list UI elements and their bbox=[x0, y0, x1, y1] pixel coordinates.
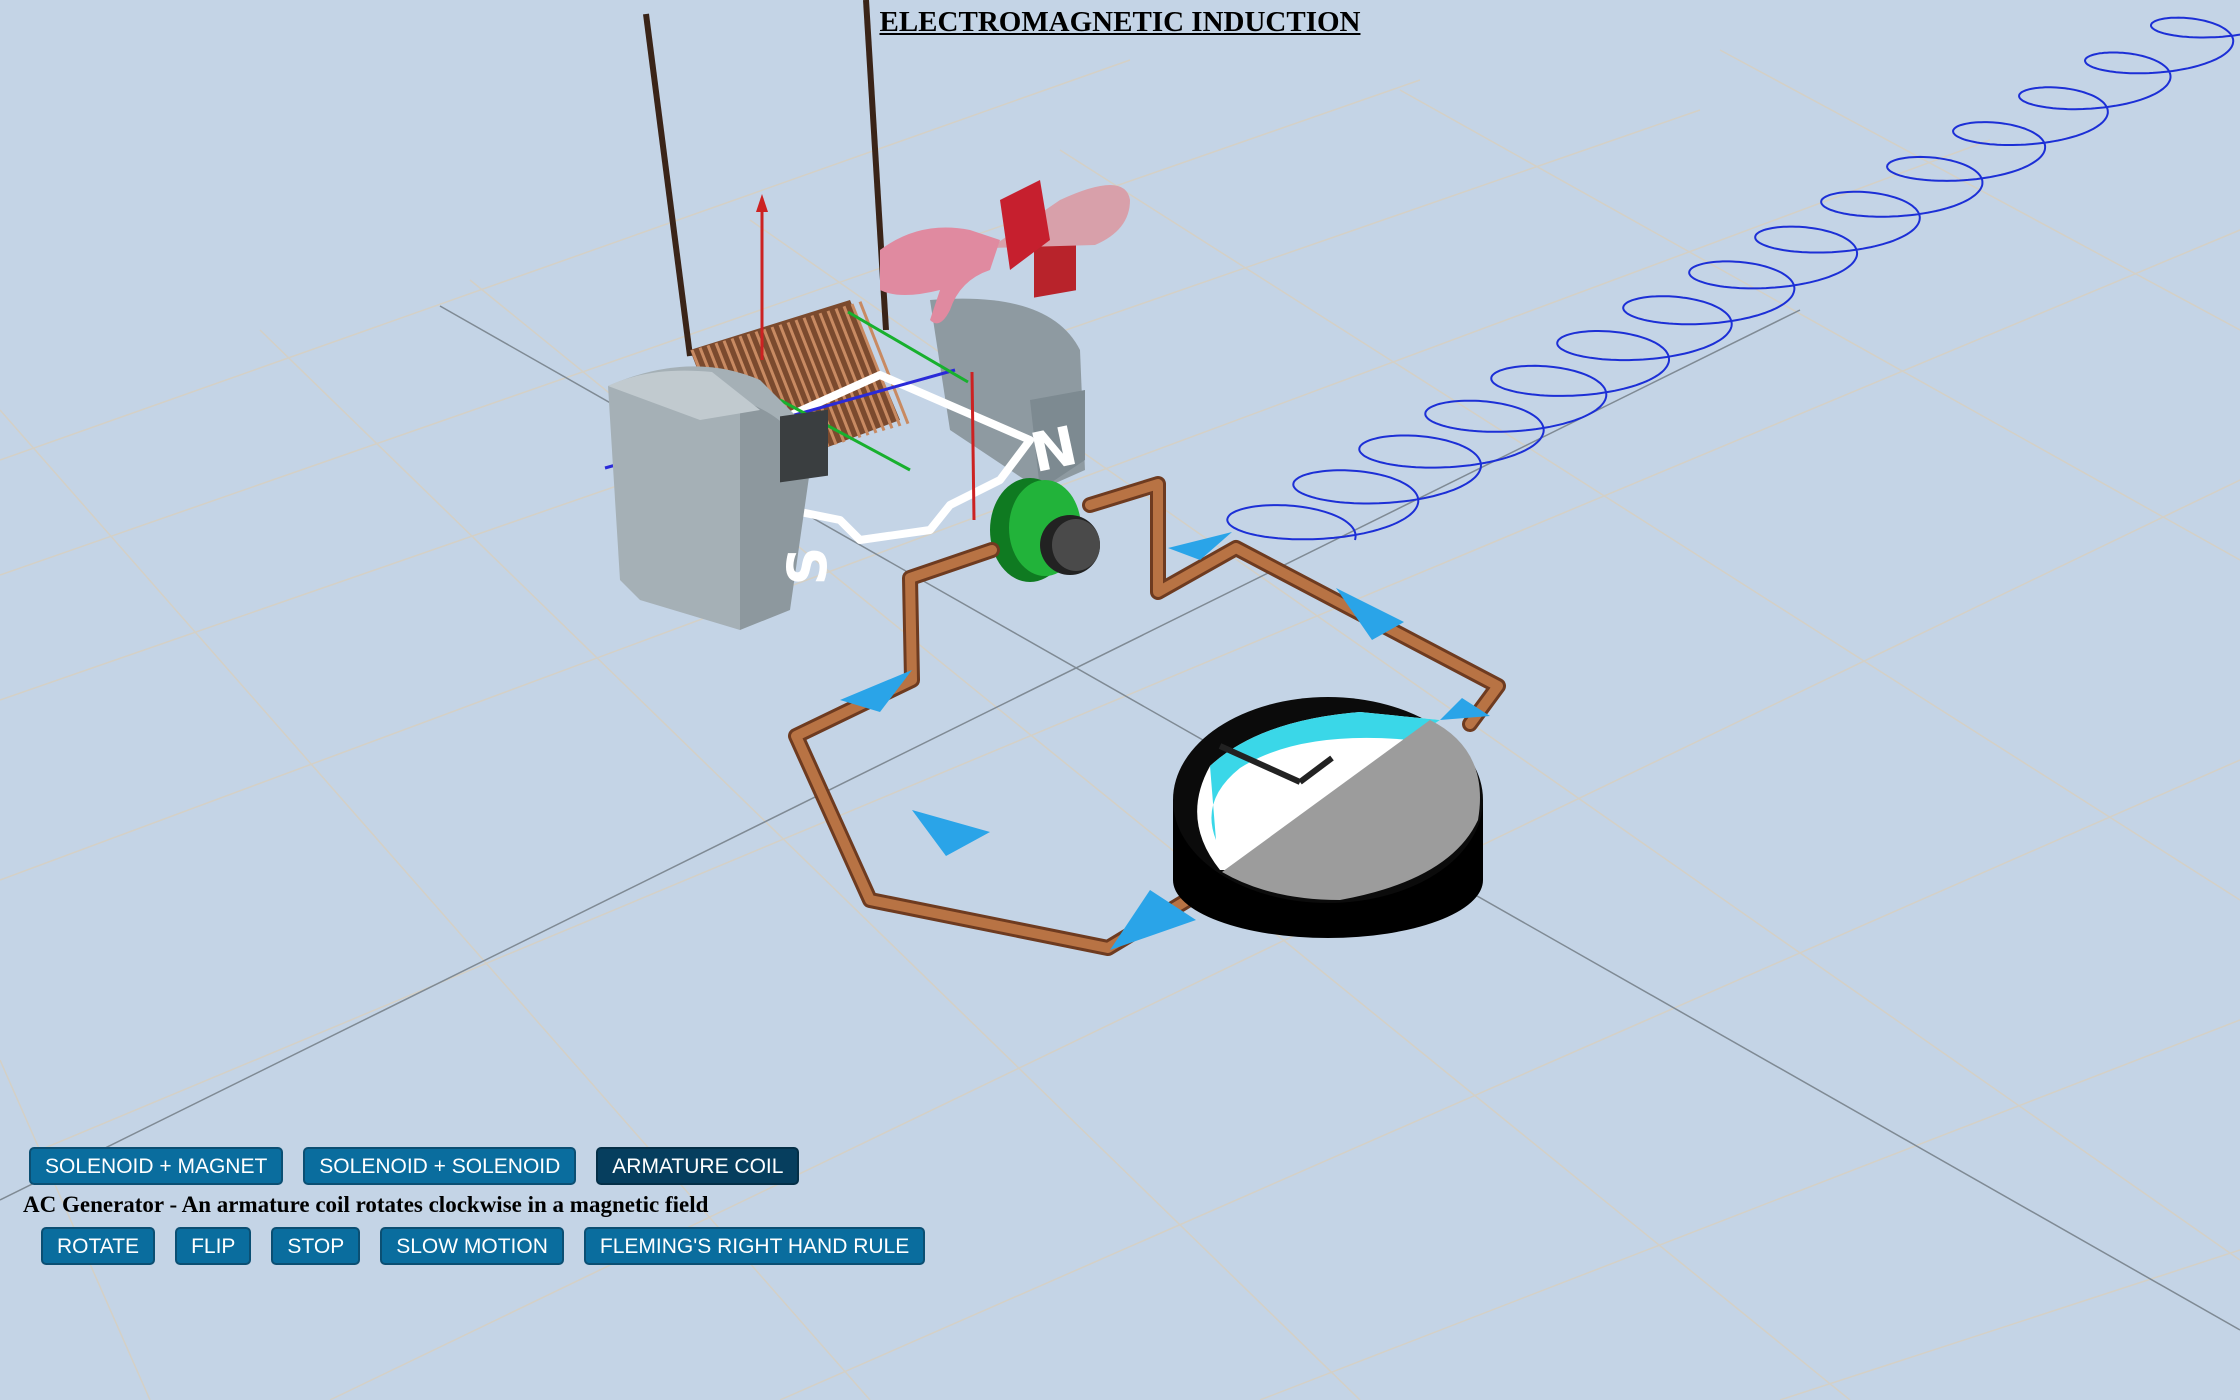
ac-waveform-trace bbox=[1226, 16, 2240, 541]
flip-button[interactable]: FLIP bbox=[175, 1227, 252, 1265]
solenoid-magnet-button[interactable]: SOLENOID + MAGNET bbox=[29, 1147, 284, 1185]
page-title: ELECTROMAGNETIC INDUCTION bbox=[879, 6, 1361, 38]
slow-motion-button[interactable]: SLOW MOTION bbox=[380, 1227, 564, 1265]
rotate-button[interactable]: ROTATE bbox=[41, 1227, 156, 1265]
fleming-hand-model bbox=[880, 180, 1130, 324]
galvanometer bbox=[1173, 697, 1483, 938]
south-pole-label: S bbox=[776, 547, 839, 586]
slip-rings bbox=[990, 478, 1100, 582]
flemings-right-hand-rule-button[interactable]: FLEMING'S RIGHT HAND RULE bbox=[583, 1227, 926, 1265]
3d-scene-canvas[interactable]: N S bbox=[0, 0, 2240, 1400]
scene-caption: AC Generator - An armature coil rotates … bbox=[23, 1192, 709, 1217]
mode-button-row: SOLENOID + MAGNET SOLENOID + SOLENOID AR… bbox=[29, 1147, 800, 1185]
simulation-stage[interactable]: N S ELECTROMAGNETIC INDUCTION SOLENOID +… bbox=[0, 0, 2240, 1400]
control-button-row: ROTATE FLIP STOP SLOW MOTION FLEMING'S R… bbox=[41, 1227, 926, 1265]
armature-coil-button[interactable]: ARMATURE COIL bbox=[596, 1147, 800, 1185]
solenoid-solenoid-button[interactable]: SOLENOID + SOLENOID bbox=[303, 1147, 577, 1185]
stop-button[interactable]: STOP bbox=[271, 1227, 361, 1265]
